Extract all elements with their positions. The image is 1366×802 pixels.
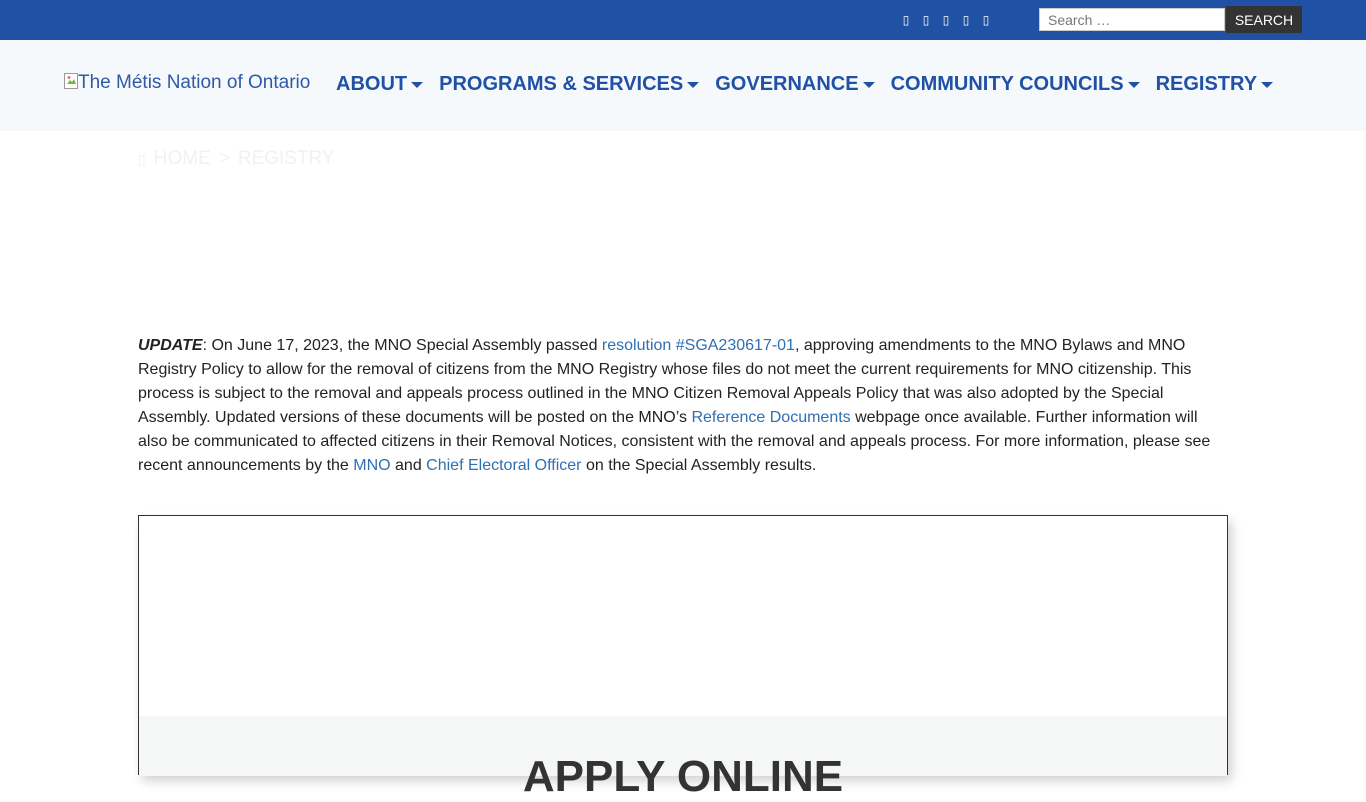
nav-item-registry[interactable]: REGISTRY: [1156, 73, 1274, 96]
chief-electoral-officer-link[interactable]: Chief Electoral Officer: [426, 457, 581, 474]
breadcrumb: ▯ HOME > REGISTRY: [138, 148, 335, 170]
top-bar: ▯ ▯ ▯ ▯ ▯ SEARCH: [0, 0, 1366, 40]
nav-item-governance[interactable]: GOVERNANCE: [715, 73, 875, 96]
update-text: : On June 17, 2023, the MNO Special Asse…: [202, 337, 602, 354]
logo-alt-text: The Métis Nation of Ontario: [78, 72, 311, 93]
nav-label: COMMUNITY COUNCILS: [890, 73, 1124, 95]
breadcrumb-current: REGISTRY: [237, 148, 335, 169]
social-links: ▯ ▯ ▯ ▯ ▯: [900, 12, 992, 28]
breadcrumb-home[interactable]: HOME: [154, 148, 211, 170]
nav-item-community-councils[interactable]: COMMUNITY COUNCILS: [891, 73, 1140, 96]
nav-label: GOVERNANCE: [715, 73, 859, 95]
nav-label: REGISTRY: [1155, 73, 1258, 95]
caret-down-icon: [862, 81, 875, 88]
broken-image-icon: [64, 73, 78, 89]
site-logo[interactable]: The Métis Nation of Ontario: [64, 72, 312, 96]
nav-label: PROGRAMS & SERVICES: [439, 73, 684, 95]
youtube-icon[interactable]: ▯: [960, 12, 972, 28]
primary-nav: ABOUT PROGRAMS & SERVICES GOVERNANCE COM…: [336, 73, 1289, 96]
apply-online-title[interactable]: APPLY ONLINE: [139, 752, 1227, 802]
update-text: on the Special Assembly results.: [581, 457, 817, 474]
mno-link[interactable]: MNO: [353, 457, 390, 474]
caret-down-icon: [1127, 81, 1140, 88]
nav-item-programs-services[interactable]: PROGRAMS & SERVICES: [439, 73, 700, 96]
twitter-icon[interactable]: ▯: [920, 12, 932, 28]
instagram-icon[interactable]: ▯: [940, 12, 952, 28]
update-notice: UPDATE: On June 17, 2023, the MNO Specia…: [138, 334, 1228, 478]
search-button[interactable]: SEARCH: [1226, 6, 1302, 33]
update-text: and: [390, 457, 427, 474]
caret-down-icon: [687, 81, 700, 88]
resolution-link[interactable]: resolution #SGA230617-01: [602, 337, 795, 354]
update-lead: UPDATE: [138, 337, 203, 354]
facebook-icon[interactable]: ▯: [900, 12, 912, 28]
breadcrumb-separator: >: [218, 148, 230, 169]
caret-down-icon: [411, 81, 424, 88]
linkedin-icon[interactable]: ▯: [980, 12, 992, 28]
main-navbar: The Métis Nation of Ontario ABOUT PROGRA…: [0, 40, 1366, 131]
home-icon[interactable]: ▯: [138, 151, 146, 168]
search-input[interactable]: [1039, 8, 1225, 31]
nav-label: ABOUT: [336, 73, 408, 95]
caret-down-icon: [1261, 81, 1274, 88]
apply-online-card: APPLY ONLINE: [138, 515, 1228, 801]
reference-documents-link[interactable]: Reference Documents: [691, 409, 850, 426]
nav-item-about[interactable]: ABOUT: [336, 73, 424, 96]
